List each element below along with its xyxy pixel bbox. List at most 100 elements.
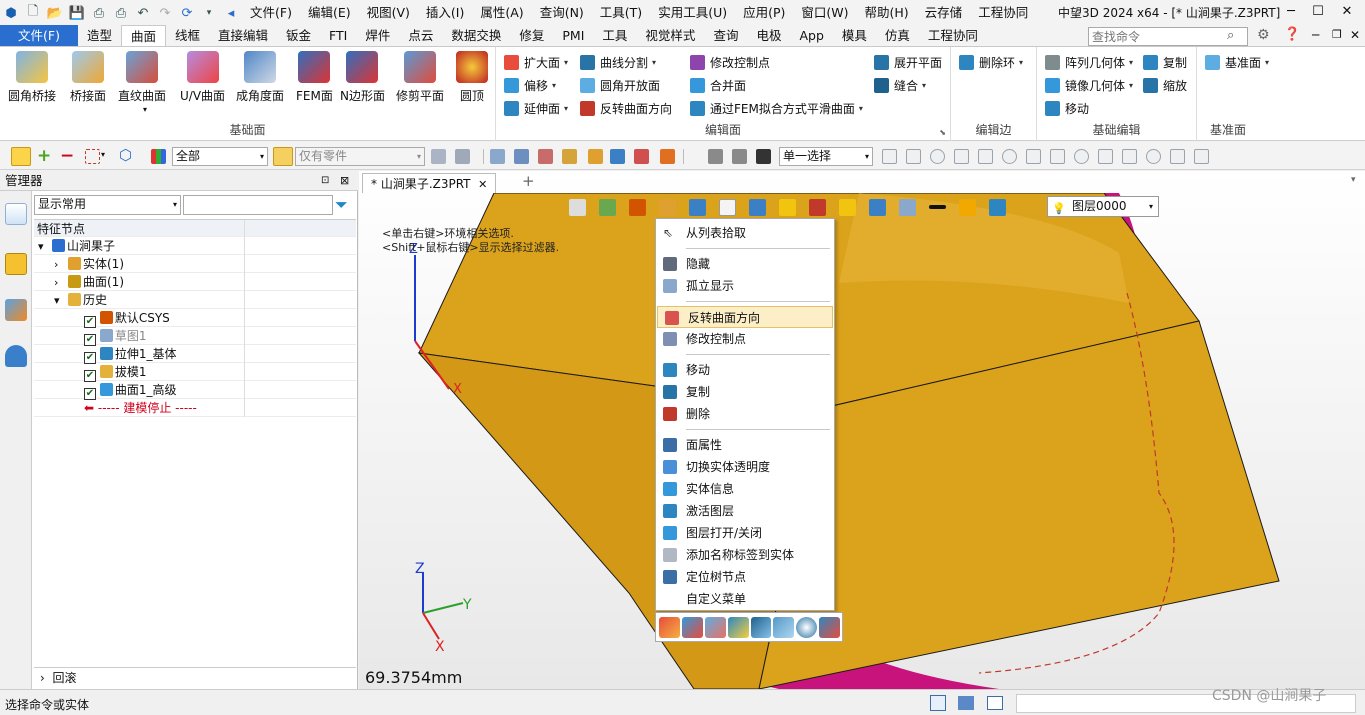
- mini-surface-icon[interactable]: [681, 616, 703, 638]
- arc-icon[interactable]: [1122, 149, 1137, 164]
- expander-icon[interactable]: ›: [54, 256, 68, 274]
- panel-close-icon[interactable]: ⊠: [340, 171, 349, 191]
- menu-12[interactable]: 工程协同: [970, 0, 1036, 26]
- context-item-0[interactable]: ⇖ 从列表拾取: [656, 222, 834, 244]
- ribbon-small-btn-ribbon-edit_surface-col3-0[interactable]: 修改控制点: [690, 52, 770, 72]
- tree-row[interactable]: ✔ 默认CSYS: [34, 309, 356, 328]
- remove-icon[interactable]: −: [60, 146, 74, 166]
- line-icon[interactable]: [514, 149, 529, 164]
- ribbon-small-btn-ribbon-edit_surface-col1-1[interactable]: 偏移 ▾: [504, 75, 556, 95]
- mini-solid-icon[interactable]: [727, 616, 749, 638]
- mini-draft-icon[interactable]: [819, 616, 840, 638]
- dialog-launcher-icon[interactable]: ⬊: [939, 128, 946, 137]
- context-item-5[interactable]: 移动: [656, 359, 834, 381]
- assembly-icon[interactable]: [5, 253, 27, 275]
- tab-9[interactable]: 数据交换: [442, 25, 510, 46]
- undo-icon[interactable]: ↶: [132, 3, 154, 23]
- mini-flip-icon[interactable]: [704, 616, 726, 638]
- context-item-10[interactable]: 实体信息: [656, 478, 834, 500]
- tree-row[interactable]: › 实体(1): [34, 255, 356, 273]
- menu-4[interactable]: 属性(A): [472, 0, 531, 26]
- cube-icon[interactable]: [588, 149, 603, 164]
- ribbon-small-btn-ribbon-edit_surface-col3-2[interactable]: 通过FEM拟合方式平滑曲面 ▾: [690, 98, 863, 118]
- settings-icon[interactable]: [431, 149, 446, 164]
- tree-row[interactable]: ▾ 山涧果子: [34, 237, 356, 255]
- doc-restore-button[interactable]: ❐: [1332, 28, 1342, 41]
- select-mode-select[interactable]: 单一选择 ▾: [779, 147, 873, 166]
- context-item-6[interactable]: 复制: [656, 381, 834, 403]
- solid-icon[interactable]: [659, 198, 676, 216]
- tab-8[interactable]: 点云: [399, 25, 442, 46]
- help-icon[interactable]: ❓: [1284, 27, 1300, 42]
- menu-11[interactable]: 云存储: [917, 0, 971, 26]
- ribbon-small-btn-ribbon-edit_surface-col2-1[interactable]: 圆角开放面: [580, 75, 660, 95]
- polygon-select-icon[interactable]: ⬡: [119, 146, 132, 164]
- dots-icon[interactable]: [954, 149, 969, 164]
- ribbon-btn-base-4[interactable]: 成角度面: [236, 51, 284, 104]
- slash-icon[interactable]: [1146, 149, 1161, 164]
- context-item-9[interactable]: 切换实体透明度: [656, 456, 834, 478]
- pin-icon[interactable]: ⊡: [321, 171, 329, 191]
- context-item-15[interactable]: 自定义菜单: [656, 588, 834, 610]
- select-arrow-icon[interactable]: [11, 147, 31, 166]
- ribbon-btn-base-5[interactable]: FEM面: [296, 51, 333, 104]
- plane-icon[interactable]: [538, 149, 553, 164]
- ribbon-small-btn-ribbon-edit_surface-col4-1[interactable]: 缝合 ▾: [874, 75, 926, 95]
- regen-icon[interactable]: ⟳: [176, 3, 198, 23]
- white-cube-icon[interactable]: [719, 198, 736, 216]
- redo-icon[interactable]: ↷: [154, 3, 176, 23]
- lens-icon[interactable]: [989, 198, 1006, 216]
- tree-icon[interactable]: [899, 198, 916, 216]
- minimize-button[interactable]: ─: [1278, 2, 1304, 22]
- context-item-2[interactable]: 孤立显示: [656, 275, 834, 297]
- paint-icon[interactable]: [599, 198, 616, 216]
- view-manager-icon[interactable]: [5, 299, 27, 321]
- entity-filter-select[interactable]: 全部 ▾: [172, 147, 268, 166]
- ribbon-small-btn-ribbon-datum-buttons-0[interactable]: 基准面 ▾: [1205, 52, 1269, 72]
- tab-11[interactable]: PMI: [553, 25, 593, 46]
- print-preview-icon[interactable]: ⎙: [110, 3, 132, 23]
- context-item-4[interactable]: 修改控制点: [656, 328, 834, 350]
- rollback-bar[interactable]: › 回滚: [34, 667, 356, 687]
- menu-5[interactable]: 查询(N): [532, 0, 592, 26]
- clock-icon[interactable]: [708, 149, 723, 164]
- target-icon[interactable]: [1026, 149, 1041, 164]
- curve-icon[interactable]: [1098, 149, 1113, 164]
- tree-row[interactable]: ⬅ ----- 建模停止 -----: [34, 399, 356, 417]
- color-filter-icon[interactable]: [151, 149, 166, 164]
- tab-1[interactable]: 造型: [78, 25, 121, 46]
- tab-13[interactable]: 视觉样式: [636, 25, 704, 46]
- selection-box-icon[interactable]: [569, 198, 586, 216]
- ribbon-small-btn-ribbon-basic_edit-col1-0[interactable]: 阵列几何体 ▾: [1045, 52, 1133, 72]
- line-icon[interactable]: [978, 149, 993, 164]
- tree-row[interactable]: ✔ 拔模1: [34, 363, 356, 382]
- expander-icon[interactable]: ▾: [38, 238, 52, 256]
- tab-10[interactable]: 修复: [510, 25, 553, 46]
- tree-row[interactable]: ✔ 曲面1_高级: [34, 381, 356, 400]
- chevron-down-icon[interactable]: ▾: [101, 150, 105, 159]
- user-icon[interactable]: [5, 345, 27, 367]
- layer-select[interactable]: 图层0000 ▾ 💡: [1047, 196, 1159, 217]
- filter-funnel-icon[interactable]: ⏷: [335, 195, 348, 215]
- grid-icon[interactable]: [490, 149, 505, 164]
- ribbon-btn-base-2[interactable]: 直纹曲面: [118, 51, 166, 104]
- ribbon-btn-base-3[interactable]: U/V曲面: [180, 51, 225, 104]
- save-icon[interactable]: 💾: [66, 3, 88, 23]
- ribbon-small-btn-ribbon-basic_edit-col2-0[interactable]: 复制: [1143, 52, 1187, 72]
- refresh-icon[interactable]: [732, 149, 747, 164]
- bowl-icon[interactable]: [1194, 149, 1209, 164]
- menu-1[interactable]: 编辑(E): [300, 0, 359, 26]
- tab-6[interactable]: FTI: [320, 25, 356, 46]
- quick-access-dropdown-icon[interactable]: ▾: [198, 3, 220, 23]
- lock-icon[interactable]: [455, 149, 470, 164]
- brush-icon[interactable]: [629, 198, 646, 216]
- point-icon[interactable]: [882, 149, 897, 164]
- 3d-viewport[interactable]: * 山涧果子.Z3PRT ✕ + ▾ Z X Z Y X <单击右键>环境相关选…: [359, 171, 1365, 689]
- chevron-down-icon[interactable]: ▾: [143, 105, 147, 114]
- divider[interactable]: [483, 149, 484, 164]
- menu-3[interactable]: 插入(I): [418, 0, 472, 26]
- doc-minimize-button[interactable]: ─: [1312, 28, 1319, 42]
- mini-face-icon[interactable]: [773, 616, 795, 638]
- expander-icon[interactable]: ▾: [54, 292, 68, 310]
- ribbon-btn-base-8[interactable]: 圆顶: [456, 51, 488, 104]
